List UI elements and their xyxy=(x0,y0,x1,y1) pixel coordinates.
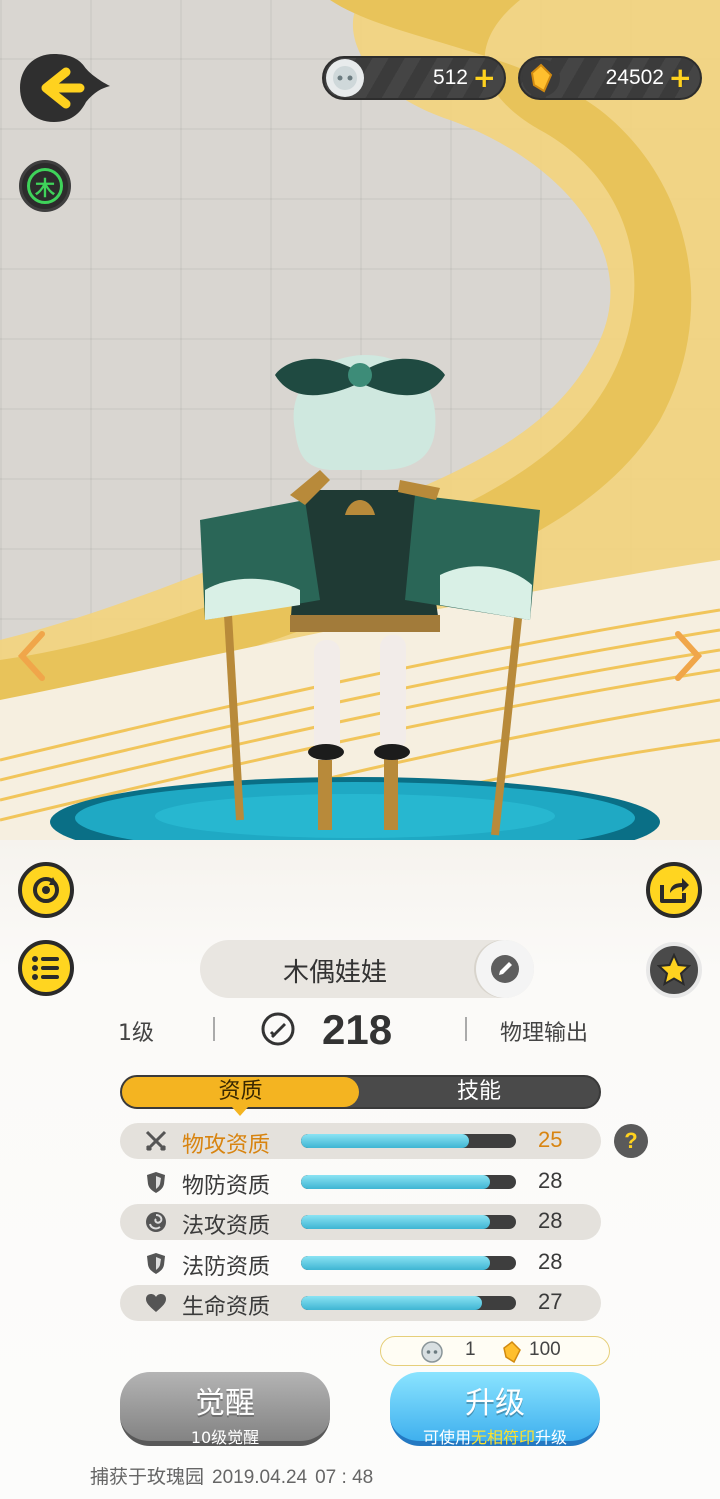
add-soul-stone-button[interactable]: + xyxy=(473,62,496,94)
capture-info: 捕获于玫瑰园 2019.04.24 07 : 48 xyxy=(90,1462,373,1489)
attribute-bar-fill xyxy=(301,1175,491,1189)
add-gold-crystal-button[interactable]: + xyxy=(669,62,692,94)
attribute-row-physical-defense: 物防资质 28 xyxy=(120,1164,601,1200)
gold-crystal-cost: 100 xyxy=(529,1339,561,1360)
divider xyxy=(465,1017,467,1041)
attribute-bar xyxy=(301,1296,516,1310)
attribute-bar xyxy=(301,1256,516,1270)
attribute-row-health: 生命资质 27 xyxy=(120,1285,601,1321)
share-button[interactable] xyxy=(646,862,702,918)
element-badge: 木 xyxy=(19,160,71,212)
attribute-value: 28 xyxy=(538,1249,563,1274)
upgrade-cost: 1 100 xyxy=(380,1336,610,1366)
gold-crystal-icon xyxy=(503,1341,521,1363)
rename-button[interactable] xyxy=(476,940,534,998)
upgrade-button-label: 升级 xyxy=(465,1386,525,1421)
attribute-label: 物攻资质 xyxy=(182,1133,271,1158)
rotate-button[interactable] xyxy=(18,862,74,918)
attribute-value: 28 xyxy=(538,1208,563,1233)
shield-icon xyxy=(147,1253,165,1274)
currency-gold-crystal-value: 24502 xyxy=(605,66,664,89)
combat-power-value: 218 xyxy=(322,1006,393,1053)
back-button[interactable] xyxy=(18,52,112,124)
menu-list-button[interactable] xyxy=(18,940,74,996)
upgrade-button[interactable]: 升级 可使用无相符印升级 xyxy=(390,1372,600,1447)
pet-role: 物理输出 xyxy=(500,1021,589,1046)
crossed-swords-icon xyxy=(145,1130,167,1152)
attribute-label: 物防资质 xyxy=(182,1174,271,1199)
soul-stone-icon xyxy=(421,1341,443,1363)
attribute-bar xyxy=(301,1134,516,1148)
attribute-bar xyxy=(301,1175,516,1189)
detail-tabs: 资质 技能 xyxy=(120,1075,601,1116)
pet-stat-line: 1级 218 物理输出 xyxy=(0,1005,720,1055)
currency-soul-stone[interactable]: 512 + xyxy=(322,56,506,100)
attribute-bar-fill xyxy=(301,1215,491,1229)
help-button[interactable]: ? xyxy=(614,1124,648,1158)
awaken-button-sublabel: 10级觉醒 xyxy=(190,1428,260,1447)
capture-date: 2019.04.24 xyxy=(212,1467,308,1488)
currency-gold-crystal[interactable]: 24502 + xyxy=(518,56,702,100)
favorite-button[interactable] xyxy=(646,942,702,998)
scene-background xyxy=(0,0,720,900)
upgrade-button-sublabel: 可使用无相符印升级 xyxy=(422,1428,568,1447)
share-icon xyxy=(660,878,689,903)
previous-pet-arrow-icon[interactable] xyxy=(14,626,50,686)
attribute-row-magic-attack: 法攻资质 28 xyxy=(120,1204,601,1240)
star-icon xyxy=(657,953,691,987)
soul-stone-cost: 1 xyxy=(465,1339,476,1360)
attribute-bar-fill xyxy=(301,1134,469,1148)
attribute-bar xyxy=(301,1215,516,1229)
attribute-label: 法攻资质 xyxy=(182,1214,271,1239)
awaken-button[interactable]: 觉醒 10级觉醒 xyxy=(120,1372,330,1447)
magic-swirl-icon xyxy=(146,1212,166,1232)
combat-power-icon xyxy=(261,1012,295,1046)
capture-time: 07 : 48 xyxy=(315,1467,374,1488)
character-scene: 木 512 + 24502 + xyxy=(0,0,720,900)
pet-name-bar: 木偶娃娃 xyxy=(200,940,534,998)
shield-icon xyxy=(147,1172,165,1193)
attribute-label: 法防资质 xyxy=(182,1255,271,1280)
tab-skills[interactable]: 技能 xyxy=(359,1077,599,1107)
rotate-icon xyxy=(33,877,59,903)
attribute-row-magic-defense: 法防资质 28 xyxy=(120,1245,601,1281)
attribute-value: 27 xyxy=(538,1289,563,1314)
pet-name: 木偶娃娃 xyxy=(282,958,387,988)
gold-crystal-icon xyxy=(522,59,560,97)
attribute-bar-fill xyxy=(301,1256,491,1270)
capture-location: 捕获于玫瑰园 xyxy=(90,1466,205,1488)
element-wood-icon: 木 xyxy=(27,168,63,204)
heart-icon xyxy=(146,1294,166,1312)
next-pet-arrow-icon[interactable] xyxy=(670,626,706,686)
pencil-edit-icon xyxy=(491,955,519,983)
pet-level: 1级 xyxy=(118,1021,154,1046)
attribute-row-physical-attack: 物攻资质 25 xyxy=(120,1123,601,1159)
attribute-label: 生命资质 xyxy=(182,1295,271,1320)
divider xyxy=(213,1017,215,1041)
attribute-bar-fill xyxy=(301,1296,482,1310)
tab-aptitude[interactable]: 资质 xyxy=(122,1077,359,1116)
awaken-button-label: 觉醒 xyxy=(195,1386,255,1421)
list-icon xyxy=(32,956,59,980)
attribute-value: 25 xyxy=(538,1127,563,1152)
soul-stone-icon xyxy=(326,59,364,97)
currency-soul-stone-value: 512 xyxy=(432,66,468,89)
attribute-value: 28 xyxy=(538,1168,563,1193)
